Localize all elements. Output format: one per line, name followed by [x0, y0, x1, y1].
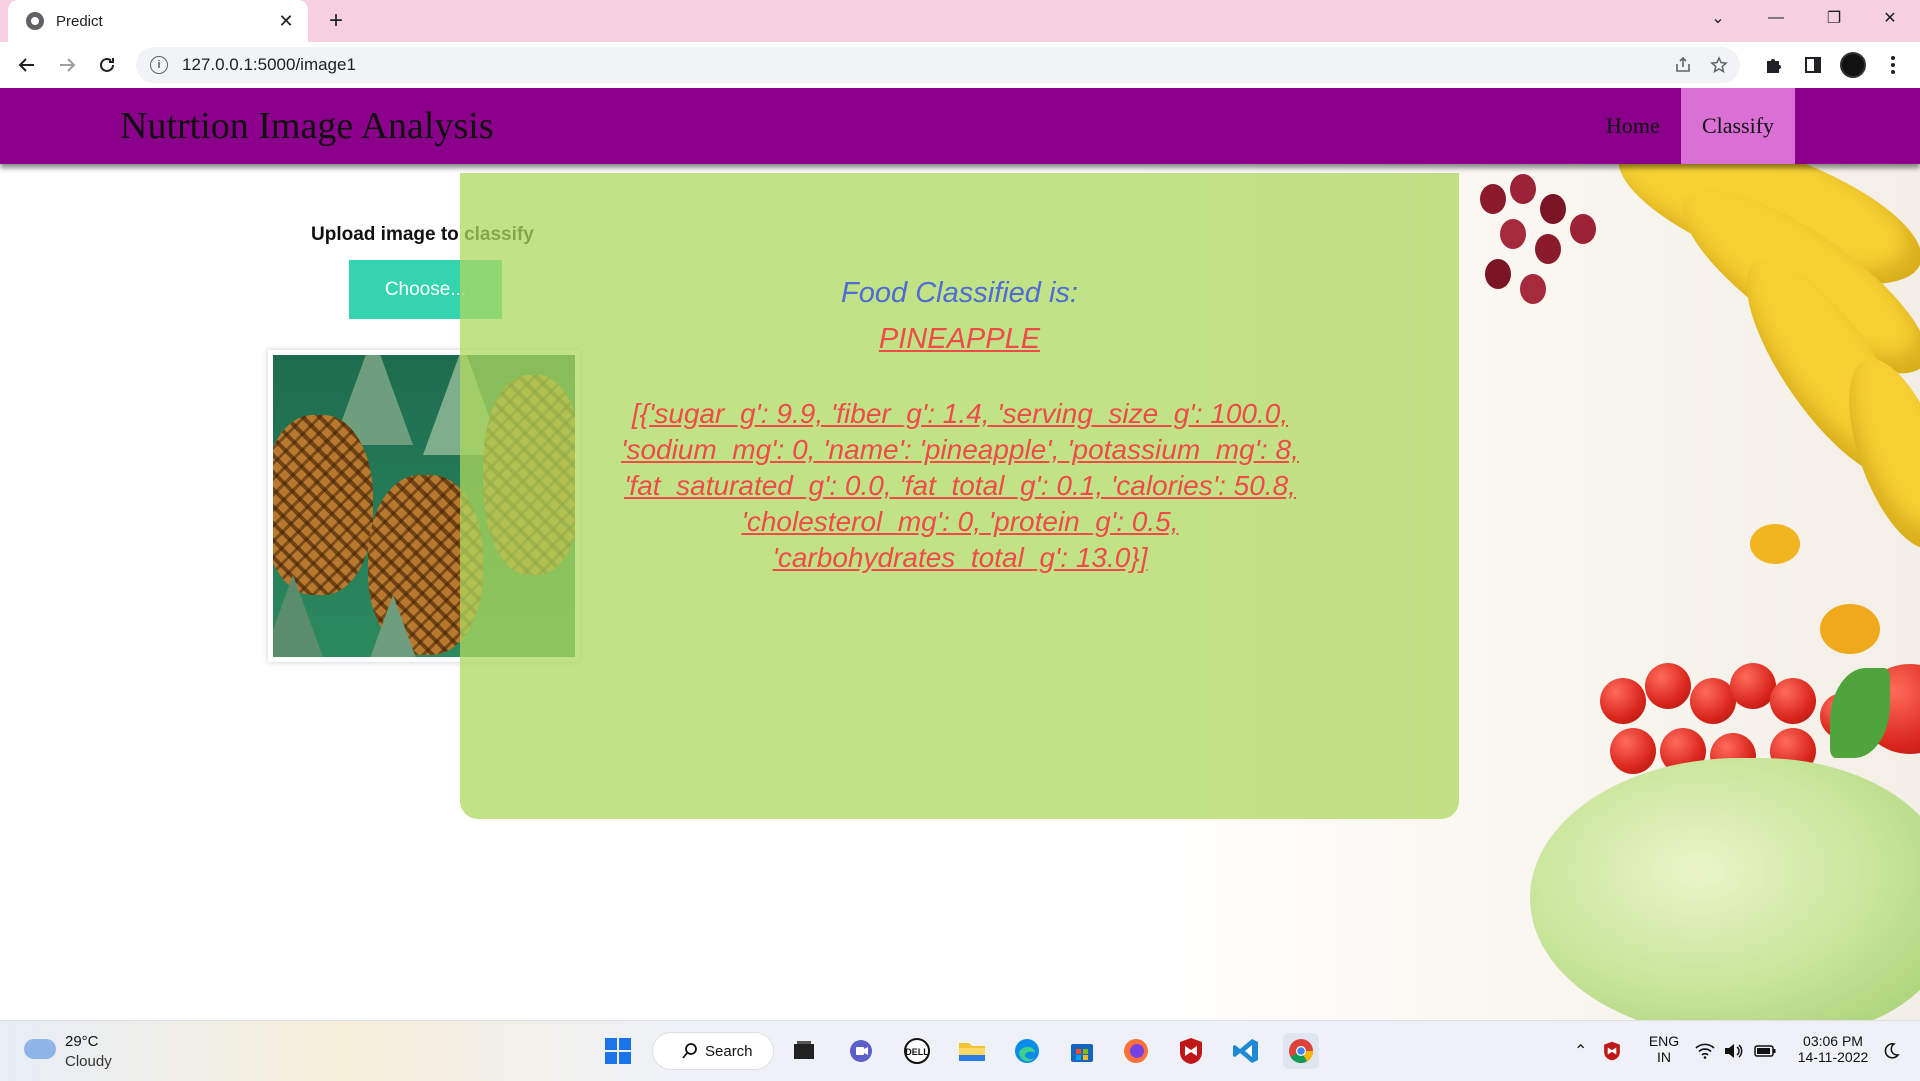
taskbar-search[interactable]: Search [652, 1032, 774, 1070]
side-panel-icon[interactable] [1798, 50, 1828, 80]
result-food-name[interactable]: PINEAPPLE [460, 323, 1459, 356]
edge-browser-icon[interactable] [1009, 1033, 1045, 1069]
language-indicator[interactable]: ENG IN [1644, 1033, 1684, 1065]
teams-chat-icon[interactable] [843, 1033, 879, 1069]
arrow-right-icon [60, 58, 76, 72]
bookmark-star-icon[interactable] [1704, 50, 1734, 80]
windows-start-icon[interactable] [600, 1033, 636, 1069]
nav-home[interactable]: Home [1586, 88, 1680, 164]
back-button[interactable] [12, 50, 42, 80]
result-heading: Food Classified is: [841, 277, 1078, 309]
battery-icon[interactable] [1750, 1033, 1780, 1069]
tab-title: Predict [56, 12, 103, 30]
url-text[interactable]: 127.0.0.1:5000/image1 [182, 55, 1668, 75]
new-tab-button[interactable]: + [322, 7, 350, 35]
mcafee-icon[interactable] [1173, 1033, 1209, 1069]
cloud-icon[interactable] [24, 1039, 56, 1059]
microsoft-store-icon[interactable] [1064, 1033, 1100, 1069]
globe-icon [26, 12, 44, 30]
result-card: Food Classified is: PINEAPPLE [{'sugar_g… [460, 173, 1459, 819]
region-code: IN [1657, 1049, 1671, 1065]
file-explorer-icon[interactable] [954, 1033, 990, 1069]
arrow-left-icon [18, 58, 34, 72]
chevron-up-icon[interactable]: ⌃ [1574, 1041, 1587, 1061]
share-icon[interactable] [1668, 50, 1698, 80]
mcafee-tray-icon[interactable] [1598, 1033, 1626, 1069]
language-code: ENG [1648, 1033, 1680, 1049]
address-bar[interactable]: i 127.0.0.1:5000/image1 [136, 47, 1740, 83]
dell-icon[interactable]: DELL [899, 1033, 935, 1069]
browser-tab[interactable]: Predict ✕ [8, 0, 308, 42]
clock-date: 14-11-2022 [1797, 1049, 1869, 1065]
search-label: Search [705, 1042, 753, 1060]
chrome-icon[interactable] [1283, 1033, 1319, 1069]
nav-classify[interactable]: Classify [1681, 88, 1795, 164]
restore-button[interactable]: ❐ [1806, 0, 1862, 36]
extensions-puzzle-icon[interactable] [1758, 50, 1788, 80]
site-brand[interactable]: Nutrtion Image Analysis [120, 104, 494, 148]
vscode-icon[interactable] [1228, 1033, 1264, 1069]
tab-search-icon[interactable]: ⌄ [1690, 0, 1746, 36]
svg-text:DELL: DELL [905, 1047, 929, 1057]
wifi-icon[interactable] [1692, 1033, 1718, 1069]
volume-icon[interactable] [1720, 1033, 1746, 1069]
firefox-icon[interactable] [1118, 1033, 1154, 1069]
forward-button[interactable] [52, 50, 82, 80]
notification-moon-icon[interactable] [1876, 1033, 1906, 1069]
clock-time: 03:06 PM [1803, 1033, 1863, 1049]
clock[interactable]: 03:06 PM 14-11-2022 [1790, 1033, 1876, 1065]
menu-kebab-icon[interactable] [1878, 50, 1908, 80]
windows-taskbar: 29°C Cloudy Search DELL ⌃ ENG IN 03:06 P… [0, 1020, 1920, 1081]
site-info-icon[interactable]: i [150, 56, 168, 74]
browser-toolbar: i 127.0.0.1:5000/image1 [0, 42, 1920, 88]
minimize-button[interactable]: — [1748, 0, 1804, 36]
tab-close-icon[interactable]: ✕ [274, 9, 298, 33]
task-view-icon[interactable] [786, 1033, 822, 1069]
window-close-button[interactable]: ✕ [1862, 0, 1918, 36]
weather-condition[interactable]: Cloudy [65, 1053, 112, 1070]
site-navbar: Nutrtion Image Analysis Home Classify [0, 88, 1920, 164]
weather-temperature[interactable]: 29°C [65, 1033, 99, 1050]
reload-button[interactable] [92, 50, 122, 80]
reload-icon [100, 57, 114, 72]
result-nutrition-data[interactable]: [{'sugar_g': 9.9, 'fiber_g': 1.4, 'servi… [610, 396, 1310, 576]
search-icon [682, 1043, 697, 1059]
profile-avatar[interactable] [1840, 52, 1866, 78]
page-viewport: Nutrtion Image Analysis Home Classify Up… [0, 88, 1920, 1020]
browser-tab-strip: Predict ✕ + ⌄ — ❐ ✕ [0, 0, 1920, 42]
